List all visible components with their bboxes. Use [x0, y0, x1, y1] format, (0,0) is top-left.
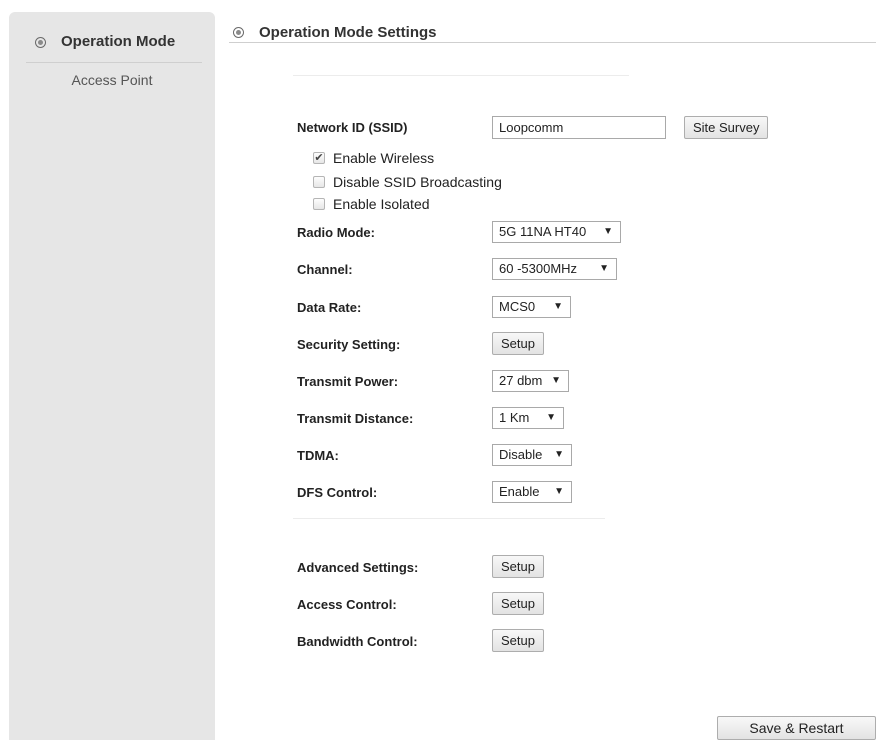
- bandwidth-control-label: Bandwidth Control:: [297, 634, 418, 649]
- section-divider: [293, 75, 629, 76]
- disable-ssid-broadcast-label: Disable SSID Broadcasting: [333, 174, 502, 190]
- data-rate-select[interactable]: MCS0 ▼: [492, 296, 571, 318]
- dropdown-arrow-icon: ▼: [554, 449, 564, 460]
- dropdown-arrow-icon: ▼: [554, 486, 564, 497]
- transmit-distance-value: 1 Km: [499, 410, 530, 425]
- site-survey-button[interactable]: Site Survey: [684, 116, 769, 139]
- tdma-label: TDMA:: [297, 448, 339, 463]
- enable-isolated-label: Enable Isolated: [333, 196, 430, 212]
- ssid-label: Network ID (SSID): [297, 120, 408, 135]
- transmit-distance-label: Transmit Distance:: [297, 411, 414, 426]
- enable-isolated-checkbox[interactable]: [313, 198, 325, 210]
- bandwidth-setup-button[interactable]: Setup: [492, 629, 544, 652]
- radio-mode-value: 5G 11NA HT40: [499, 224, 587, 239]
- ring-icon: [233, 27, 244, 38]
- transmit-power-select[interactable]: 27 dbm ▼: [492, 370, 569, 392]
- ring-icon: [35, 37, 46, 48]
- channel-label: Channel:: [297, 262, 353, 277]
- sidebar-item-access-point[interactable]: Access Point: [9, 72, 215, 88]
- access-control-label: Access Control:: [297, 597, 397, 612]
- channel-value: 60 -5300MHz: [499, 261, 578, 276]
- advanced-settings-label: Advanced Settings:: [297, 560, 419, 575]
- sidebar-header: Operation Mode: [9, 30, 215, 56]
- dropdown-arrow-icon: ▼: [603, 226, 613, 237]
- dropdown-arrow-icon: ▼: [546, 412, 556, 423]
- sidebar-title: Operation Mode: [61, 33, 176, 50]
- radio-mode-label: Radio Mode:: [297, 225, 375, 240]
- sidebar-divider: [26, 62, 202, 63]
- dropdown-arrow-icon: ▼: [599, 263, 609, 274]
- sidebar: Operation Mode Access Point: [9, 12, 215, 740]
- tdma-select[interactable]: Disable ▼: [492, 444, 572, 466]
- radio-mode-select[interactable]: 5G 11NA HT40 ▼: [492, 221, 621, 243]
- enable-wireless-checkbox[interactable]: ✔: [313, 152, 325, 164]
- data-rate-label: Data Rate:: [297, 300, 362, 315]
- security-setup-button[interactable]: Setup: [492, 332, 544, 355]
- header-divider: [229, 42, 876, 43]
- dropdown-arrow-icon: ▼: [551, 375, 561, 386]
- transmit-distance-select[interactable]: 1 Km ▼: [492, 407, 564, 429]
- dfs-control-label: DFS Control:: [297, 485, 378, 500]
- ssid-input[interactable]: [492, 116, 666, 139]
- dfs-control-select[interactable]: Enable ▼: [492, 481, 572, 503]
- channel-select[interactable]: 60 -5300MHz ▼: [492, 258, 617, 280]
- security-setting-label: Security Setting:: [297, 337, 401, 352]
- enable-wireless-label: Enable Wireless: [333, 150, 435, 166]
- access-control-setup-button[interactable]: Setup: [492, 592, 544, 615]
- dfs-control-value: Enable: [499, 484, 540, 499]
- dropdown-arrow-icon: ▼: [553, 301, 563, 312]
- tdma-value: Disable: [499, 447, 543, 462]
- page-title: Operation Mode Settings: [259, 24, 437, 41]
- section-divider: [293, 518, 605, 519]
- data-rate-value: MCS0: [499, 299, 536, 314]
- advanced-setup-button[interactable]: Setup: [492, 555, 544, 578]
- save-restart-button[interactable]: Save & Restart: [717, 716, 876, 740]
- transmit-power-value: 27 dbm: [499, 373, 543, 388]
- disable-ssid-broadcast-checkbox[interactable]: [313, 176, 325, 188]
- transmit-power-label: Transmit Power:: [297, 374, 399, 389]
